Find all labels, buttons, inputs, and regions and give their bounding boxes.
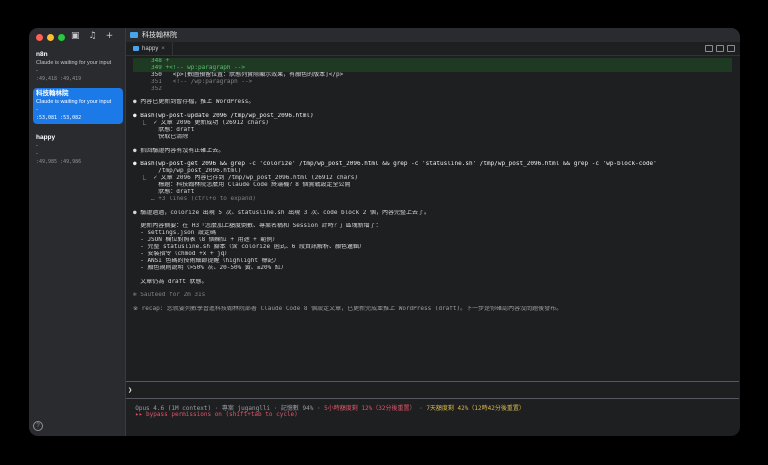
terminal-line: 狀態：draft <box>133 188 195 195</box>
prompt-top-rule <box>126 381 739 382</box>
terminal-line: 348 + <box>133 58 732 65</box>
window-title: 科技翰林院 <box>142 32 177 39</box>
session-item-active[interactable]: 科技翰林院 Claude is waiting for your input -… <box>33 88 123 124</box>
prompt-bottom-rule <box>126 398 739 399</box>
add-session-icon[interactable]: + <box>106 31 114 41</box>
split-vertical-icon[interactable] <box>716 45 724 52</box>
terminal-line: 標題：科技翰林院怎麼用 Claude Code 終端機？8 個實戰設定全公開 <box>133 182 351 189</box>
window-titlebar: 科技翰林院 <box>126 28 740 42</box>
terminal-line: - JSON 欄位對照表（8 個欄位 + 用途 + 範例） <box>133 237 279 244</box>
session-status: - <box>36 143 38 149</box>
session-name: happy <box>36 134 56 141</box>
terminal-icon <box>133 46 139 51</box>
session-name: n8n <box>36 51 48 58</box>
sidebar-toolbar: ▣ ♫ + <box>71 31 113 41</box>
prompt-caret[interactable]: ❯ <box>128 386 132 394</box>
session-position: :49,418 :49,419 <box>36 76 82 82</box>
session-name: 科技翰林院 <box>36 90 69 97</box>
terminal-line: ※ recap: 您就要列數學習進科技翰林院部署 Claude Code 8 個… <box>133 306 563 313</box>
bell-icon[interactable]: ♫ <box>89 31 97 41</box>
folder-icon <box>130 32 138 38</box>
zoom-window-button[interactable] <box>58 34 65 41</box>
help-icon[interactable]: ? <box>33 421 43 431</box>
terminal-line: 更新內容摘要：在 H3「怎麼加上額度倒數、專案名稱和 Session 計時？」區… <box>133 223 382 230</box>
status-sep: · <box>415 405 427 412</box>
terminal-line: - 安裝指令（chmod +x + jq） <box>133 250 231 257</box>
terminal-output: 348 + 349 +<!-- wp:paragraph --> 350 <p>… <box>133 58 732 313</box>
terminal-line: ⎿ ✓ 文章 2096 內容已存到 /tmp/wp_post_2096.html… <box>133 175 359 182</box>
session-dash: - <box>36 107 38 113</box>
terminal-line: - 完整 statusline.sh 腳本（含 colorize 函式、6 段資… <box>133 244 365 251</box>
tab-tools <box>705 45 735 52</box>
terminal-line: 文章仍為 draft 狀態。 <box>133 278 208 285</box>
terminal-line: - settings.json 設定碼 <box>133 230 217 237</box>
status-5h-quota: 5小時額度剩 12%（32分後重置） <box>324 405 416 412</box>
terminal-line: ● Bash(wp-post-update 2096 /tmp/wp_post_… <box>133 113 314 120</box>
session-status: Claude is waiting for your input <box>36 60 112 66</box>
close-window-button[interactable] <box>36 34 43 41</box>
minimize-window-button[interactable] <box>47 34 54 41</box>
session-dash: - <box>36 68 38 74</box>
terminal-line: 349 +<!-- wp:paragraph --> <box>133 64 732 72</box>
terminal-line: ● 抓回驗證內容有沒有正確上去。 <box>133 147 225 154</box>
tab-bar: happy × <box>126 42 740 56</box>
terminal-line: - 顏色規則說明（>50% 灰、20-50% 黃、≤20% 紅） <box>133 264 287 271</box>
permission-mode[interactable]: ▸▸ bypass permissions on (shift+tab to c… <box>128 411 298 418</box>
sidebar-toggle-icon[interactable]: ▣ <box>71 31 80 41</box>
session-position: :53,081 :53,082 <box>36 115 82 121</box>
terminal-line: - ANSI 色碼的技術細節提醒（highlight 標記） <box>133 257 280 264</box>
split-pane-icon[interactable] <box>705 45 713 52</box>
session-dash: - <box>36 151 38 157</box>
status-7d-quota: 7天額度剩 42%（12時42分後重置） <box>426 405 525 412</box>
terminal-line: 352 <box>133 85 162 92</box>
window-controls <box>36 34 65 41</box>
layout-icon[interactable] <box>727 45 735 52</box>
terminal-line: /tmp/wp_post_2096.html) <box>133 168 242 175</box>
tab-label: happy <box>142 45 159 52</box>
terminal-line: 351 <!-- /wp:paragraph --> <box>133 78 253 85</box>
terminal-line: 狀態：draft <box>133 126 195 133</box>
session-status: Claude is waiting for your input <box>36 99 112 105</box>
session-sidebar: ▣ ♫ + n8n Claude is waiting for your inp… <box>29 28 126 436</box>
terminal-line: ● 驗證過過，colorize 出現 5 次、statusline.sh 出現 … <box>133 209 430 216</box>
close-tab-icon[interactable]: × <box>161 46 165 52</box>
terminal-line: ● Bash(wp-post-get 2096 && grep -c 'colo… <box>133 161 657 168</box>
terminal-line: ⎿ ✓ 文章 2096 更新成功 (26912 chars) <box>133 120 269 127</box>
session-item-n8n[interactable]: n8n Claude is waiting for your input - :… <box>33 49 123 85</box>
tab-happy[interactable]: happy × <box>126 42 173 55</box>
session-item-happy[interactable]: happy - - :49,985 :49,986 <box>33 132 123 168</box>
terminal-line: … +3 lines (ctrl+o to expand) <box>133 195 256 202</box>
terminal-line: 350 <p>[數圖預留位置：狀態列實際顯示效果，有顏色的版本]</p> <box>133 71 344 78</box>
terminal-line: ● 內容已更新到暫存檔，推上 WordPress。 <box>133 99 255 106</box>
terminal-line: ✻ Sautéed for 2m 31s <box>133 292 206 299</box>
terminal-line: 快取已清除 <box>133 133 189 140</box>
session-position: :49,985 :49,986 <box>36 159 82 165</box>
